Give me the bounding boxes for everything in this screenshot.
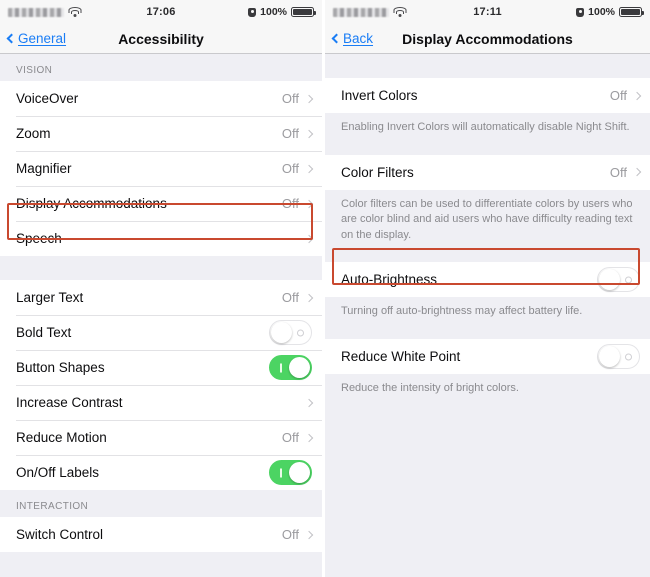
accessibility-screen: 17:06 100% General Accessibility VISION … bbox=[0, 0, 325, 577]
vision-section: VoiceOver Off Zoom Off Magnifier Off Dis… bbox=[0, 81, 322, 256]
note-auto-brightness: Turning off auto-brightness may affect b… bbox=[325, 297, 650, 330]
row-label: Display Accommodations bbox=[16, 196, 167, 211]
row-label: VoiceOver bbox=[16, 91, 79, 106]
battery-percent: 100% bbox=[588, 6, 615, 18]
block-gap bbox=[325, 329, 650, 339]
dual-screenshot-container: 17:06 100% General Accessibility VISION … bbox=[0, 0, 650, 577]
section-header-interaction: INTERACTION bbox=[16, 501, 89, 512]
chevron-right-icon bbox=[304, 199, 314, 208]
status-right-group: 100% bbox=[576, 6, 644, 18]
row-color-filters[interactable]: Color Filters Off bbox=[325, 154, 650, 190]
row-value: Off bbox=[609, 164, 627, 180]
back-button-label: Back bbox=[343, 31, 374, 46]
toggle-reduce-white-point[interactable] bbox=[597, 344, 640, 370]
row-value: Off bbox=[281, 161, 299, 176]
row-increase-contrast[interactable]: Increase Contrast bbox=[0, 385, 322, 420]
toggle-on-off-labels[interactable] bbox=[269, 460, 312, 485]
lock-icon bbox=[248, 7, 257, 17]
status-right-group: 100% bbox=[248, 6, 316, 18]
row-label: Increase Contrast bbox=[16, 395, 123, 410]
auto-brightness-block: Auto-Brightness bbox=[325, 262, 650, 298]
toggle-button-shapes[interactable] bbox=[269, 355, 312, 380]
row-label: Button Shapes bbox=[16, 360, 105, 375]
row-value: Off bbox=[281, 290, 299, 305]
row-label: Reduce Motion bbox=[16, 430, 107, 445]
display-accommodations-screen: 17:11 100% Back Display Accommodations I… bbox=[325, 0, 650, 577]
row-larger-text[interactable]: Larger Text Off bbox=[0, 280, 322, 315]
display-accommodations-list: Invert Colors Off Enabling Invert Colors… bbox=[325, 54, 650, 577]
lock-icon bbox=[576, 7, 585, 17]
chevron-right-icon bbox=[632, 91, 642, 100]
chevron-right-icon bbox=[304, 398, 314, 407]
row-reduce-motion[interactable]: Reduce Motion Off bbox=[0, 420, 322, 455]
back-button-general[interactable]: General bbox=[0, 31, 66, 46]
block-gap bbox=[325, 252, 650, 262]
row-auto-brightness[interactable]: Auto-Brightness bbox=[325, 262, 650, 298]
row-value: Off bbox=[281, 196, 299, 211]
note-invert-colors: Enabling Invert Colors will automaticall… bbox=[325, 113, 650, 145]
chevron-right-icon bbox=[304, 129, 314, 138]
chevron-right-icon bbox=[304, 293, 314, 302]
chevron-right-icon bbox=[304, 530, 314, 539]
nav-bar-right: Back Display Accommodations bbox=[325, 24, 650, 54]
row-display-accommodations[interactable]: Display Accommodations Off bbox=[0, 186, 322, 221]
row-label: Invert Colors bbox=[341, 88, 418, 103]
row-voiceover[interactable]: VoiceOver Off bbox=[0, 81, 322, 116]
row-label: Larger Text bbox=[16, 290, 84, 305]
top-gap bbox=[325, 54, 650, 78]
row-label: Auto-Brightness bbox=[341, 272, 438, 288]
row-label: Speech bbox=[16, 231, 62, 246]
row-on-off-labels[interactable]: On/Off Labels bbox=[0, 455, 322, 490]
text-display-section: Larger Text Off Bold Text Button Shapes … bbox=[0, 280, 322, 490]
row-value: Off bbox=[281, 430, 299, 445]
block-gap bbox=[325, 145, 650, 155]
row-label: Color Filters bbox=[341, 164, 414, 180]
accessibility-list: VISION VoiceOver Off Zoom Off Magnifier … bbox=[0, 54, 322, 577]
battery-icon bbox=[619, 7, 644, 17]
reduce-white-point-block: Reduce White Point bbox=[325, 339, 650, 375]
row-zoom[interactable]: Zoom Off bbox=[0, 116, 322, 151]
row-label: On/Off Labels bbox=[16, 465, 100, 480]
color-filters-block: Color Filters Off bbox=[325, 154, 650, 190]
section-header-vision: VISION bbox=[16, 65, 53, 76]
chevron-right-icon bbox=[304, 234, 314, 243]
row-reduce-white-point[interactable]: Reduce White Point bbox=[325, 339, 650, 375]
toggle-bold-text[interactable] bbox=[269, 320, 312, 345]
battery-icon bbox=[291, 7, 316, 17]
row-value: Off bbox=[281, 126, 299, 141]
row-value: Off bbox=[609, 88, 627, 103]
battery-percent: 100% bbox=[260, 6, 287, 18]
page-title: Display Accommodations bbox=[402, 30, 573, 47]
invert-colors-block: Invert Colors Off bbox=[325, 78, 650, 113]
toggle-auto-brightness[interactable] bbox=[597, 267, 640, 293]
row-label: Switch Control bbox=[16, 527, 104, 542]
interaction-section: Switch Control Off bbox=[0, 517, 322, 552]
row-bold-text[interactable]: Bold Text bbox=[0, 315, 322, 350]
row-switch-control[interactable]: Switch Control Off bbox=[0, 517, 322, 552]
row-label: Magnifier bbox=[16, 161, 72, 176]
chevron-right-icon bbox=[304, 164, 314, 173]
row-value: Off bbox=[281, 527, 299, 542]
status-bar-left: 17:06 100% bbox=[0, 0, 322, 24]
note-color-filters: Color filters can be used to differentia… bbox=[325, 189, 650, 253]
row-button-shapes[interactable]: Button Shapes bbox=[0, 350, 322, 385]
chevron-right-icon bbox=[632, 167, 642, 177]
row-label: Zoom bbox=[16, 126, 51, 141]
back-button[interactable]: Back bbox=[325, 31, 373, 46]
chevron-left-icon bbox=[331, 33, 342, 44]
row-magnifier[interactable]: Magnifier Off bbox=[0, 151, 322, 186]
row-speech[interactable]: Speech bbox=[0, 221, 322, 256]
chevron-right-icon bbox=[304, 433, 314, 442]
row-label: Bold Text bbox=[16, 325, 72, 340]
status-bar-right: 17:11 100% bbox=[325, 0, 650, 24]
note-reduce-white-point: Reduce the intensity of bright colors. bbox=[325, 374, 650, 406]
chevron-right-icon bbox=[304, 94, 314, 103]
back-button-label: General bbox=[18, 31, 67, 46]
chevron-left-icon bbox=[6, 33, 17, 44]
row-label: Reduce White Point bbox=[341, 349, 461, 365]
row-invert-colors[interactable]: Invert Colors Off bbox=[325, 78, 650, 113]
row-value: Off bbox=[281, 91, 299, 106]
nav-bar-left: General Accessibility bbox=[0, 24, 322, 54]
